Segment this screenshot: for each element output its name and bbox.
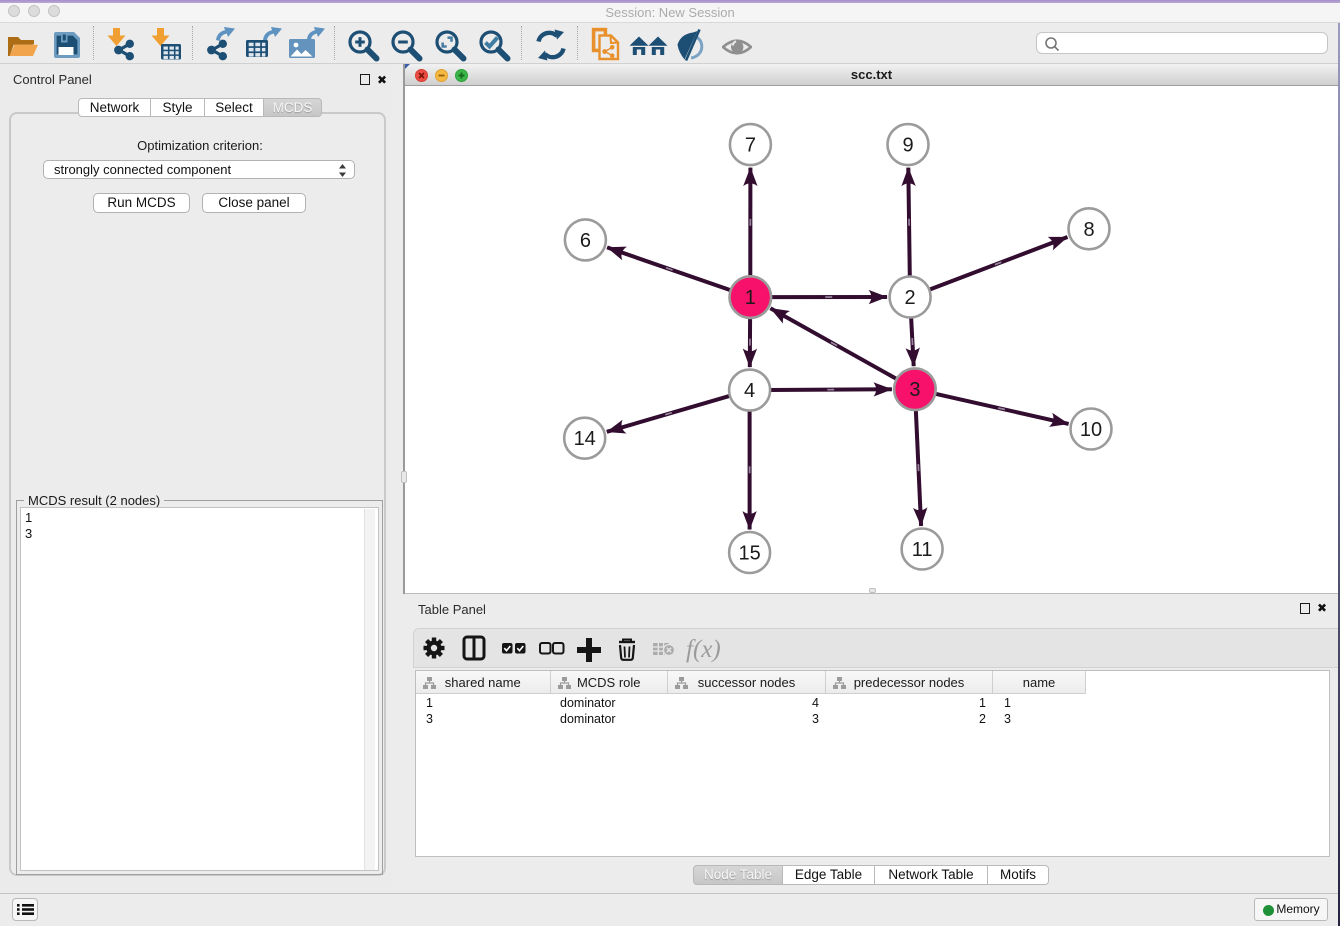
svg-text:11: 11 [912,539,933,561]
svg-text:6: 6 [580,230,591,252]
svg-text:9: 9 [902,135,913,157]
svg-text:8: 8 [1083,219,1094,241]
svg-text:14: 14 [574,428,596,450]
svg-text:2: 2 [905,287,916,309]
svg-text:15: 15 [738,543,760,565]
svg-text:3: 3 [909,379,920,401]
svg-text:1: 1 [745,287,756,309]
svg-text:7: 7 [745,135,756,157]
svg-text:f(x): f(x) [686,636,721,663]
svg-text:10: 10 [1080,419,1102,441]
svg-text:4: 4 [744,380,755,402]
